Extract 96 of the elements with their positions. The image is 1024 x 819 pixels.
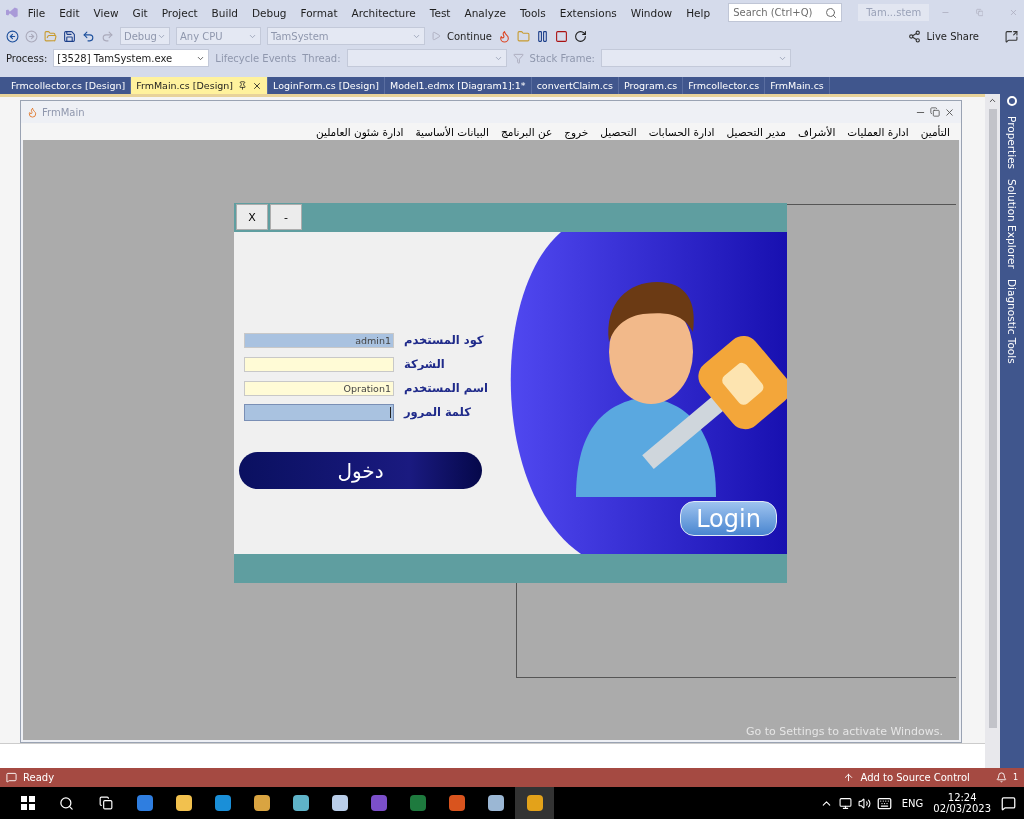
menu-item[interactable]: Build — [207, 6, 242, 19]
app-icon — [292, 795, 309, 811]
volume-icon[interactable] — [857, 796, 871, 810]
menu-item[interactable]: File — [23, 6, 50, 19]
continue-button[interactable]: Continue — [447, 30, 492, 42]
solution-name: Tam...stem — [858, 4, 930, 21]
side-panel-tab[interactable]: Solution Explorer — [1006, 179, 1018, 269]
windows-logo-icon — [20, 796, 35, 810]
status-text: Ready — [23, 772, 55, 783]
menu-item[interactable]: Extensions — [555, 6, 621, 19]
form-menu-item[interactable]: عن البرنامج — [496, 125, 558, 138]
form-menu-item[interactable]: البيانات الأساسية — [410, 125, 494, 138]
menu-item[interactable]: Project — [157, 6, 202, 19]
app-icon — [214, 795, 231, 811]
flame-icon[interactable] — [497, 29, 511, 43]
thread-label: Thread: — [302, 52, 341, 64]
keyboard-icon[interactable] — [876, 795, 892, 811]
upload-icon[interactable] — [843, 772, 855, 783]
network-icon[interactable] — [838, 796, 852, 810]
undo-icon[interactable] — [82, 29, 95, 43]
form-menu-item[interactable]: التحصيل — [595, 125, 642, 138]
share-icon[interactable] — [907, 29, 921, 43]
close-icon[interactable] — [252, 80, 263, 91]
side-panel-tab[interactable]: Properties — [1006, 116, 1018, 170]
field-label: كود المستخدم — [404, 333, 484, 347]
form-menu-item[interactable]: ادارة العمليات — [842, 125, 914, 138]
form-menu-item[interactable]: التأمين — [915, 125, 955, 138]
form-menu-item[interactable]: ادارة شئون العاملين — [310, 125, 409, 138]
back-icon[interactable] — [6, 29, 19, 43]
save-icon[interactable] — [63, 29, 76, 43]
menu-item[interactable]: Window — [626, 6, 677, 19]
login-badge: Login — [680, 501, 777, 536]
search-field[interactable]: Search (Ctrl+Q) — [728, 3, 843, 22]
taskbar-app-button[interactable] — [515, 787, 554, 819]
menu-item[interactable]: Test — [425, 6, 455, 19]
field-label: الشركة — [404, 357, 445, 371]
close-button[interactable]: X — [236, 204, 268, 230]
field-label: كلمة المرور — [404, 405, 471, 419]
field-label: اسم المستخدم — [404, 381, 488, 395]
input-field[interactable]: Opration1 — [244, 380, 394, 396]
close-icon[interactable] — [944, 106, 955, 118]
search-icon — [825, 6, 838, 19]
form-menu-item[interactable]: ادارة الحسابات — [643, 125, 720, 138]
form-menu-item[interactable]: خروج — [559, 125, 594, 138]
process-label: Process: — [6, 52, 48, 64]
scroll-up-icon[interactable] — [988, 96, 997, 105]
source-control-button[interactable]: Add to Source Control — [860, 772, 970, 783]
process-dropdown[interactable]: [3528] TamSystem.exe — [53, 49, 210, 67]
restart-icon[interactable] — [573, 29, 587, 43]
app-icon — [370, 795, 387, 811]
app-icon — [487, 795, 504, 811]
stop-icon[interactable] — [554, 29, 568, 43]
app-icon — [448, 795, 465, 811]
feedback-icon[interactable] — [1005, 29, 1018, 43]
app-icon — [175, 795, 192, 811]
menu-item[interactable]: Analyze — [460, 6, 510, 19]
pause-icon[interactable] — [535, 29, 549, 43]
form-menu-item[interactable]: مدير التحصيل — [721, 125, 791, 138]
form-menu-item[interactable]: الأشراف — [793, 125, 841, 138]
form-title: FrmMain — [42, 106, 85, 118]
app-icon — [136, 795, 153, 811]
menu-item[interactable]: Architecture — [347, 6, 420, 19]
stack-frame-label: Stack Frame: — [529, 52, 595, 64]
app-icon — [27, 106, 38, 118]
menu-item[interactable]: Tools — [515, 6, 550, 19]
clock[interactable]: 12:24 02/03/2023 — [933, 792, 991, 814]
menu-item[interactable]: Format — [296, 6, 342, 19]
login-button[interactable]: دخول — [239, 452, 482, 489]
status-icon — [6, 772, 17, 783]
app-icon — [331, 795, 348, 811]
task-view-icon — [98, 796, 113, 810]
input-field[interactable]: admin1 — [244, 332, 394, 348]
notification-count: 1 — [1012, 773, 1018, 782]
scrollbar-thumb[interactable] — [988, 109, 997, 728]
app-icon — [253, 795, 270, 811]
document-tab[interactable]: FrmMain.cs [Design] — [131, 77, 269, 94]
menu-item[interactable]: Git — [128, 6, 152, 19]
menu-item[interactable]: Help — [682, 6, 715, 19]
bell-icon[interactable] — [995, 772, 1007, 783]
pin-icon[interactable] — [238, 81, 248, 90]
live-share-button[interactable]: Live Share — [926, 30, 979, 42]
input-field[interactable] — [244, 403, 394, 421]
app-icon — [526, 795, 543, 811]
menu-item[interactable]: Debug — [247, 6, 291, 19]
activation-notice: Go to Settings to activate Windows. — [745, 725, 943, 738]
minimize-button[interactable]: - — [270, 204, 302, 230]
search-icon — [59, 795, 74, 811]
restore-icon[interactable] — [930, 107, 940, 117]
side-panel-tab[interactable]: Diagnostic Tools — [1006, 278, 1018, 364]
input-field[interactable] — [244, 356, 394, 372]
menu-item[interactable]: Edit — [55, 6, 84, 19]
language-indicator[interactable]: ENG — [901, 797, 924, 809]
app-icon — [409, 795, 426, 811]
logo-icon — [6, 5, 18, 20]
notification-icon[interactable] — [1001, 795, 1016, 811]
menu-item[interactable]: View — [89, 6, 123, 19]
